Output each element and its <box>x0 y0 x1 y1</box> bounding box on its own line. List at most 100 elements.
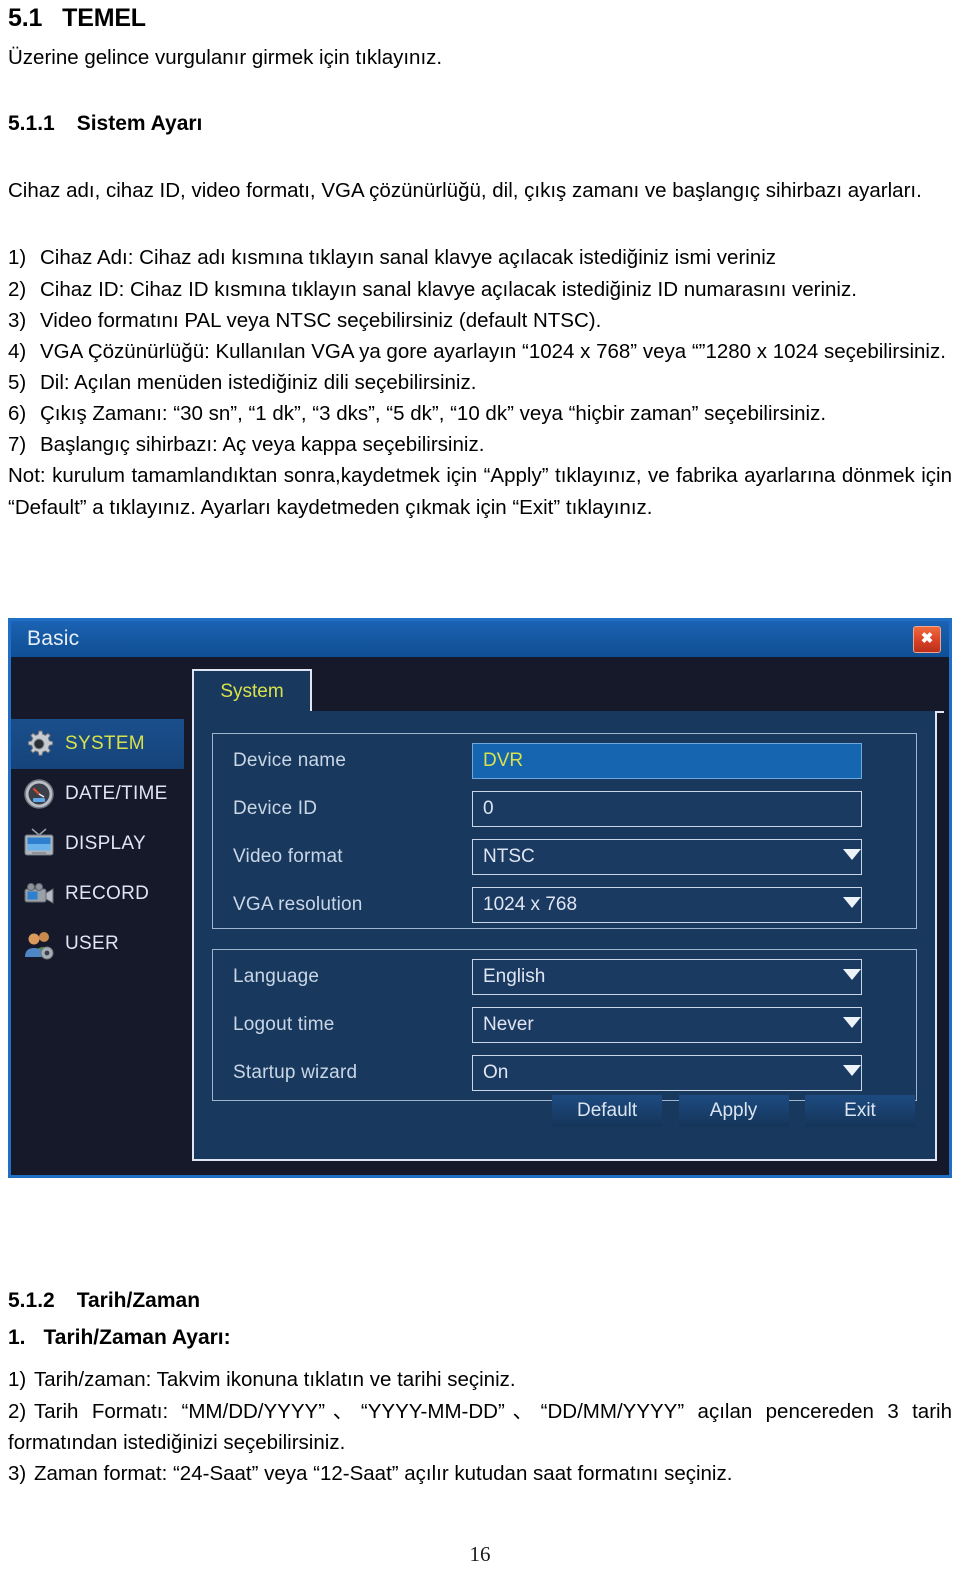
field-row-device-id: Device ID 0 <box>213 788 916 832</box>
field-label: Video format <box>233 846 343 867</box>
default-button[interactable]: Default <box>552 1095 663 1127</box>
list-text: Dil: Açılan menüden istediğiniz dili seç… <box>40 370 477 394</box>
window-body: SYSTEM DATE/TIME DISPLAY RECORD USER Sys… <box>11 657 949 1175</box>
section-lead-text: Üzerine gelince vurgulanır girmek için t… <box>8 45 443 69</box>
locale-settings-group: Language English Logout time Never Start… <box>212 949 917 1101</box>
sidebar-item-record[interactable]: RECORD <box>11 869 184 919</box>
monitor-icon <box>21 826 57 862</box>
list-marker: 7) <box>8 433 27 457</box>
section-heading: 5.1 TEMEL <box>8 4 952 33</box>
list-item: 6) Çıkış Zamanı: “30 sn”, “1 dk”, “3 dks”… <box>8 398 952 429</box>
section-title: TEMEL <box>62 4 146 32</box>
gear-icon <box>21 726 57 762</box>
camcorder-icon <box>21 876 57 912</box>
list-item: 3) Video formatını PAL veya NTSC seçebili… <box>8 305 952 336</box>
list-text: Başlangıç sihirbazı: Aç veya kappa seçeb… <box>40 433 485 457</box>
device-name-input[interactable]: DVR <box>472 743 862 779</box>
list-text: Video formatını PAL veya NTSC seçebilirs… <box>40 308 602 332</box>
sidebar-item-label: DATE/TIME <box>65 783 168 804</box>
apply-button[interactable]: Apply <box>678 1095 789 1127</box>
chevron-down-icon[interactable] <box>843 897 861 908</box>
close-icon[interactable]: ✖ <box>913 626 941 653</box>
field-label: Logout time <box>233 1014 335 1035</box>
list-item: 1) Tarih/zaman: Takvim ikonuna tıklatın v… <box>8 1364 952 1395</box>
page: 5.1 TEMEL Üzerine gelince vurgulanır girm… <box>0 0 960 1583</box>
list-text: Tarih Formatı: “MM/DD/YYYY”、“YYYY-MM-DD”… <box>8 1399 952 1454</box>
list-item: 2) Cihaz ID: Cihaz ID kısmına tıklayın sa… <box>8 274 952 305</box>
sidebar-item-user[interactable]: USER <box>11 919 184 969</box>
section2-number: 5.1.2 <box>8 1289 55 1312</box>
list-item: 3) Zaman format: “24-Saat” veya “12-Saat”… <box>8 1458 952 1489</box>
chevron-down-icon[interactable] <box>843 1017 861 1028</box>
section-number: 5.1 <box>8 4 43 32</box>
field-row-language: Language English <box>213 956 916 1000</box>
sidebar-item-label: SYSTEM <box>65 733 145 754</box>
sidebar-item-display[interactable]: DISPLAY <box>11 819 184 869</box>
sidebar: SYSTEM DATE/TIME DISPLAY RECORD USER <box>11 657 184 1175</box>
list-text: Zaman format: “24-Saat” veya “12-Saat” a… <box>34 1461 733 1485</box>
steps-list-2: 1) Tarih/zaman: Takvim ikonuna tıklatın v… <box>8 1364 952 1489</box>
steps-list: 1) Cihaz Adı: Cihaz adı kısmına tıklayın … <box>8 242 952 460</box>
settings-content-panel: Device name DVR Device ID 0 Video format… <box>192 711 937 1161</box>
field-label: Startup wizard <box>233 1062 358 1083</box>
clock-icon <box>21 776 57 812</box>
field-row-vga-resolution: VGA resolution 1024 x 768 <box>213 884 916 928</box>
sidebar-item-system[interactable]: SYSTEM <box>11 719 184 769</box>
document-text-block: 5.1 TEMEL Üzerine gelince vurgulanır girm… <box>8 0 952 523</box>
list-text: Çıkış Zamanı: “30 sn”, “1 dk”, “3 dks”, … <box>40 402 827 426</box>
section2-title: Tarih/Zaman <box>76 1289 201 1312</box>
exit-button[interactable]: Exit <box>805 1095 915 1127</box>
field-row-logout-time: Logout time Never <box>213 1004 916 1048</box>
video-format-select[interactable]: NTSC <box>472 839 862 875</box>
list-marker: 5) <box>8 370 27 394</box>
list-marker: 3) <box>8 308 27 332</box>
sidebar-item-label: RECORD <box>65 883 150 904</box>
list-marker: 3) <box>8 1461 27 1485</box>
list-marker: 2) <box>8 277 27 301</box>
list-text: Tarih/zaman: Takvim ikonuna tıklatın ve … <box>34 1368 516 1392</box>
device-id-input[interactable]: 0 <box>472 791 862 827</box>
subheading2-title: Tarih/Zaman Ayarı: <box>43 1326 231 1350</box>
list-marker: 2) <box>8 1399 27 1423</box>
list-marker: 1) <box>8 246 27 270</box>
tab-system[interactable]: System <box>192 669 312 713</box>
subsection-intro-text: Cihaz adı, cihaz ID, video formatı, VGA … <box>8 178 922 202</box>
dvr-settings-window: Basic ✖ SYSTEM DATE/TIME DISPLAY RECORD … <box>8 618 952 1178</box>
chevron-down-icon[interactable] <box>843 969 861 980</box>
window-title: Basic <box>27 627 80 650</box>
startup-wizard-select[interactable]: On <box>472 1055 862 1091</box>
field-label: Device ID <box>233 798 318 819</box>
sidebar-item-datetime[interactable]: DATE/TIME <box>11 769 184 819</box>
field-label: Language <box>233 966 320 987</box>
list-item: 5) Dil: Açılan menüden istediğiniz dili s… <box>8 367 952 398</box>
chevron-down-icon[interactable] <box>843 1065 861 1076</box>
sidebar-item-label: DISPLAY <box>65 833 146 854</box>
users-icon <box>21 926 57 962</box>
field-label: Device name <box>233 750 347 771</box>
logout-time-select[interactable]: Never <box>472 1007 862 1043</box>
list-text: VGA Çözünürlüğü: Kullanılan VGA ya gore … <box>40 339 946 363</box>
sidebar-list: SYSTEM DATE/TIME DISPLAY RECORD USER <box>11 719 184 969</box>
list-marker: 6) <box>8 402 27 426</box>
list-marker: 4) <box>8 339 27 363</box>
list-item: 4) VGA Çözünürlüğü: Kullanılan VGA ya gor… <box>8 336 952 367</box>
dialog-button-row: Default Apply Exit <box>194 1095 915 1129</box>
subheading2: 1. Tarih/Zaman Ayarı: <box>8 1325 952 1350</box>
subsection-number: 5.1.1 <box>8 112 55 136</box>
list-item: 7) Başlangıç sihirbazı: Aç veya kappa seç… <box>8 429 952 460</box>
chevron-down-icon[interactable] <box>843 849 861 860</box>
list-item: 2) Tarih Formatı: “MM/DD/YYYY”、“YYYY-MM-D… <box>8 1396 952 1458</box>
list-text: Cihaz Adı: Cihaz adı kısmına tıklayın sa… <box>40 246 777 270</box>
system-settings-group: Device name DVR Device ID 0 Video format… <box>212 733 917 929</box>
language-select[interactable]: English <box>472 959 862 995</box>
field-row-device-name: Device name DVR <box>213 740 916 784</box>
document-text-block-2: 5.1.2 Tarih/Zaman 1. Tarih/Zaman Ayarı: 1)… <box>8 1288 952 1489</box>
field-row-video-format: Video format NTSC <box>213 836 916 880</box>
vga-resolution-select[interactable]: 1024 x 768 <box>472 887 862 923</box>
subsection-heading: 5.1.1 Sistem Ayarı <box>8 111 952 136</box>
window-titlebar: Basic ✖ <box>11 621 949 658</box>
list-item: 1) Cihaz Adı: Cihaz adı kısmına tıklayın … <box>8 242 952 273</box>
note-paragraph: Not: kurulum tamamlandıktan sonra,kaydet… <box>8 464 952 519</box>
tab-strip: System <box>184 669 944 713</box>
subsection-title: Sistem Ayarı <box>76 112 203 136</box>
